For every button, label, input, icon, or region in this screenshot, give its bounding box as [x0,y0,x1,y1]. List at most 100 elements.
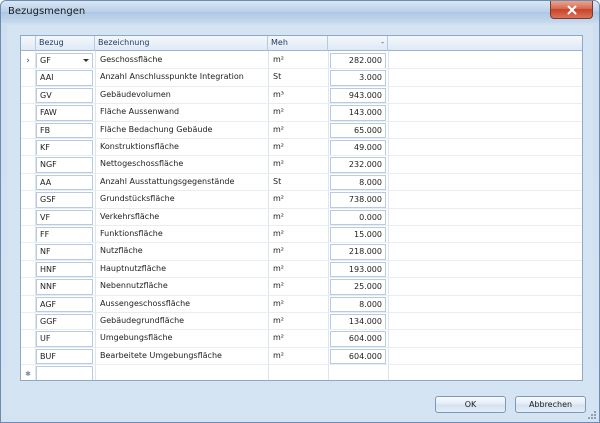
value-cell[interactable]: 604.000 [330,331,386,347]
bezeichnung-cell[interactable]: Nutzfläche [97,244,267,260]
bezug-cell[interactable]: FAW [36,105,93,121]
resize-grip-icon[interactable] [587,410,597,420]
value-cell[interactable]: 8.000 [330,174,386,191]
value-cell[interactable]: 3.000 [330,70,386,86]
bezug-cell[interactable]: FB [36,122,93,139]
table-row[interactable]: VF Verkehrsfläche m² 0.000 [21,209,582,226]
bezug-cell[interactable]: BUF [36,348,93,365]
row-selector[interactable] [21,139,35,156]
table-row[interactable]: AA Anzahl Ausstattungsgegenstände St 8.000 [21,174,582,192]
value-cell[interactable]: 25.000 [330,279,386,295]
table-row[interactable]: AAI Anzahl Anschlusspunkte Integration St 3… [21,69,582,87]
meh-cell[interactable]: m² [270,262,326,278]
meh-cell[interactable]: m² [270,140,326,156]
row-selector[interactable] [21,261,35,278]
table-row[interactable]: GV Gebäudevolumen m³ 943.000 [21,87,582,105]
row-selector[interactable] [21,104,35,121]
table-row[interactable]: NF Nutzfläche m² 218.000 [21,243,582,261]
table-row[interactable]: HNF Hauptnutzfläche m² 193.000 [21,261,582,279]
chevron-down-icon[interactable] [83,59,89,62]
meh-cell[interactable]: m² [270,279,326,295]
meh-cell[interactable]: m² [270,210,326,226]
row-selector[interactable] [21,296,35,313]
row-selector[interactable] [21,226,35,243]
row-selector[interactable] [21,87,35,104]
bezugsmengen-grid[interactable]: Bezug Bezeichnung Meh - › GF Geschossfläch… [20,35,583,381]
meh-cell[interactable]: m² [270,192,326,208]
table-row[interactable]: UF Umgebungsfläche m² 604.000 [21,330,582,348]
bezug-cell[interactable]: GF [36,53,93,69]
ok-button[interactable]: OK [435,396,506,413]
meh-cell[interactable]: St [270,175,326,191]
new-row-bezug-input[interactable] [36,366,93,380]
bezeichnung-cell[interactable]: Nettogeschossfläche [97,157,267,173]
table-row[interactable]: NNF Nebennutzfläche m² 25.000 [21,278,582,296]
bezug-cell[interactable]: UF [36,331,93,347]
meh-cell[interactable]: m³ [270,88,326,104]
row-selector[interactable] [21,278,35,295]
bezeichnung-cell[interactable]: Gebäudegrundfläche [97,314,267,330]
bezeichnung-cell[interactable]: Konstruktionsfläche [97,140,267,156]
bezeichnung-cell[interactable]: Fläche Aussenwand [97,105,267,121]
value-cell[interactable]: 738.000 [330,192,386,208]
bezeichnung-cell[interactable]: Bearbeitete Umgebungsfläche [97,349,267,365]
new-row[interactable]: ✱ [21,365,582,380]
row-selector[interactable] [21,313,35,330]
value-cell[interactable]: 65.000 [330,122,386,139]
column-header-bezeichnung[interactable]: Bezeichnung [95,36,268,51]
title-bar[interactable]: Bezugsmengen [1,1,599,23]
value-cell[interactable]: 943.000 [330,87,386,104]
row-selector[interactable] [21,209,35,226]
meh-cell[interactable]: m² [270,314,326,330]
value-cell[interactable]: 143.000 [330,105,386,121]
bezeichnung-cell[interactable]: Anzahl Ausstattungsgegenstände [97,175,267,191]
bezeichnung-cell[interactable]: Hauptnutzfläche [97,262,267,278]
value-cell[interactable]: 8.000 [330,296,386,313]
bezug-cell[interactable]: KF [36,140,93,156]
table-row[interactable]: FB Fläche Bedachung Gebäude m² 65.000 [21,122,582,139]
meh-cell[interactable]: m² [270,123,326,139]
value-cell[interactable]: 232.000 [330,157,386,173]
bezug-cell[interactable]: FF [36,227,93,243]
value-cell[interactable]: 15.000 [330,227,386,243]
row-selector[interactable] [21,174,35,191]
row-selector[interactable] [21,122,35,139]
bezeichnung-cell[interactable]: Fläche Bedachung Gebäude [97,123,267,139]
bezeichnung-cell[interactable]: Umgebungsfläche [97,331,267,347]
bezeichnung-cell[interactable]: Anzahl Anschlusspunkte Integration [97,70,267,86]
bezeichnung-cell[interactable]: Funktionsfläche [97,227,267,243]
bezug-cell[interactable]: NF [36,244,93,260]
value-cell[interactable]: 604.000 [330,348,386,365]
bezug-cell[interactable]: HNF [36,261,93,278]
row-selector[interactable] [21,69,35,86]
table-row[interactable]: › GF Geschossfläche m² 282.000 [21,52,582,70]
table-row[interactable]: GSF Grundstücksfläche m² 738.000 [21,191,582,209]
bezug-cell[interactable]: AAI [36,70,93,86]
meh-cell[interactable]: m² [270,297,326,313]
value-cell[interactable]: 193.000 [330,261,386,278]
column-header-bezug[interactable]: Bezug [36,36,95,51]
bezeichnung-cell[interactable]: Gebäudevolumen [97,88,267,104]
value-cell[interactable]: 0.000 [330,209,386,226]
bezug-cell[interactable]: AA [36,174,93,191]
bezeichnung-cell[interactable]: Geschossfläche [97,53,267,69]
value-cell[interactable]: 218.000 [330,244,386,260]
meh-cell[interactable]: m² [270,157,326,173]
value-cell[interactable]: 282.000 [330,53,386,69]
table-row[interactable]: AGF Aussengeschossfläche m² 8.000 [21,296,582,313]
meh-cell[interactable]: m² [270,244,326,260]
row-selector[interactable] [21,156,35,173]
table-row[interactable]: NGF Nettogeschossfläche m² 232.000 [21,156,582,174]
table-row[interactable]: GGF Gebäudegrundfläche m² 134.000 [21,313,582,331]
bezeichnung-cell[interactable]: Nebennutzfläche [97,279,267,295]
row-pointer-icon[interactable]: › [21,52,35,69]
row-selector[interactable] [21,348,35,365]
value-cell[interactable]: 134.000 [330,314,386,330]
meh-cell[interactable]: St [270,70,326,86]
row-selector[interactable] [21,330,35,347]
close-button[interactable] [550,1,593,19]
bezeichnung-cell[interactable]: Grundstücksfläche [97,192,267,208]
value-cell[interactable]: 49.000 [330,140,386,156]
bezug-cell[interactable]: VF [36,209,93,226]
bezug-cell[interactable]: NGF [36,157,93,173]
